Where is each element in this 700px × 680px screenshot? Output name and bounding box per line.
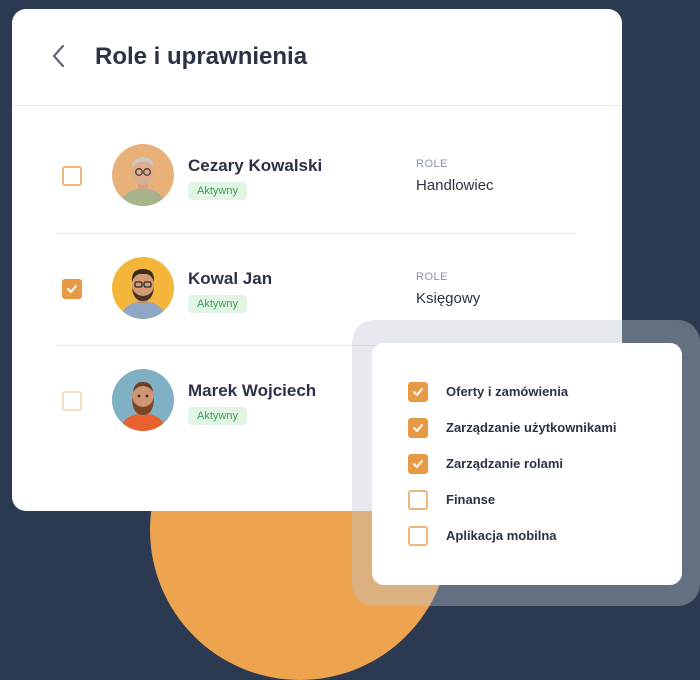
user-row: Cezary Kowalski Aktywny ROLE Handlowiec [56,131,576,243]
user-checkbox[interactable] [62,279,82,299]
role-label: ROLE [416,158,448,170]
permission-item-offers[interactable]: Oferty i zamówienia [408,381,678,403]
permission-checkbox[interactable] [408,418,428,438]
check-icon [413,388,423,396]
permission-item-finance[interactable]: Finanse [408,489,678,511]
permission-checkbox[interactable] [408,382,428,402]
avatar [112,144,174,206]
role-value: Księgowy [416,290,481,307]
card-header: Role i uprawnienia [12,9,622,106]
back-button[interactable] [44,42,72,70]
check-icon [413,460,423,468]
role-label: ROLE [416,271,448,283]
row-divider [56,233,576,234]
check-icon [413,424,423,432]
user-checkbox[interactable] [62,166,82,186]
permission-item-roles[interactable]: Zarządzanie rolami [408,453,678,475]
role-value: Handlowiec [416,177,494,194]
permission-checkbox[interactable] [408,454,428,474]
status-badge: Aktywny [188,182,247,200]
page-title: Role i uprawnienia [95,43,308,70]
user-name: Kowal Jan [188,269,273,288]
permission-label: Finanse [446,492,496,507]
permissions-panel: Oferty i zamówienia Zarządzanie użytkown… [372,343,682,585]
permission-label: Aplikacja mobilna [446,528,557,543]
permission-item-mobile[interactable]: Aplikacja mobilna [408,525,678,547]
check-icon [67,285,77,293]
avatar [112,257,174,319]
permission-checkbox[interactable] [408,490,428,510]
status-badge: Aktywny [188,295,247,313]
permission-item-users[interactable]: Zarządzanie użytkownikami [408,417,678,439]
chevron-left-icon [52,44,65,68]
user-name: Cezary Kowalski [188,156,323,175]
status-badge: Aktywny [188,407,247,425]
user-name: Marek Wojciech [188,381,317,400]
permission-label: Zarządzanie rolami [446,456,564,471]
permission-label: Zarządzanie użytkownikami [446,420,617,435]
avatar [112,369,174,431]
permission-checkbox[interactable] [408,526,428,546]
user-checkbox[interactable] [62,391,82,411]
permission-label: Oferty i zamówienia [446,384,569,399]
